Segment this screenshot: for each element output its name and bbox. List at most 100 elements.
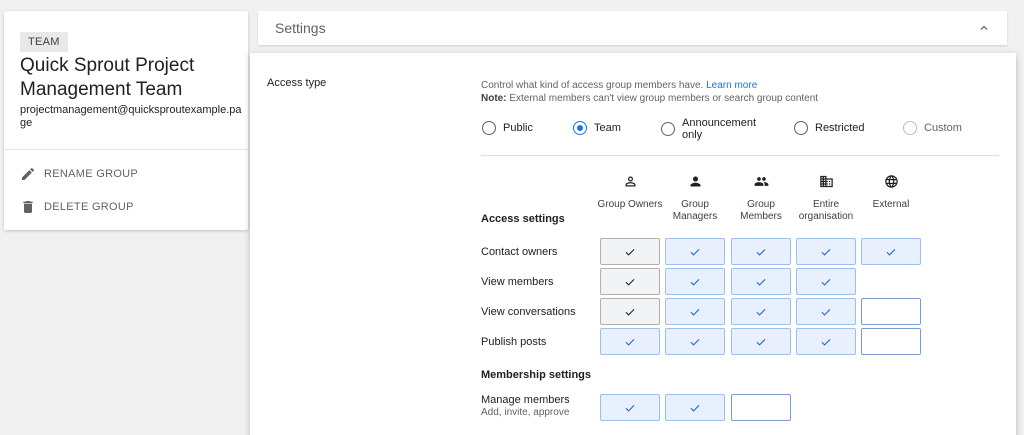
- access-settings-title: Access settings: [481, 213, 565, 225]
- permission-checkbox[interactable]: [665, 238, 725, 265]
- access-option-label: Restricted: [815, 122, 865, 134]
- trash-icon: [23, 201, 33, 213]
- group-email: projectmanagement@quicksproutexample.pag…: [20, 104, 242, 129]
- check-icon: [625, 278, 635, 286]
- permission-checkbox[interactable]: [861, 298, 921, 325]
- learn-more-link[interactable]: Learn more: [706, 80, 757, 91]
- check-icon: [625, 404, 635, 412]
- group-name: Quick Sprout Project Management Team: [20, 55, 195, 100]
- permission-checkbox[interactable]: [731, 328, 791, 355]
- column-header-label: Group Members: [740, 199, 782, 222]
- access-option-label: Announcement only: [682, 117, 756, 141]
- access-option-label: Public: [503, 122, 533, 134]
- permission-checkbox[interactable]: [665, 268, 725, 295]
- check-icon: [886, 248, 896, 256]
- rename-group-label: RENAME GROUP: [44, 168, 139, 180]
- chevron-up-icon[interactable]: [977, 21, 991, 35]
- building-icon: [819, 175, 833, 188]
- permission-checkbox: [600, 298, 660, 325]
- row-label: Contact owners: [481, 246, 558, 258]
- permission-checkbox[interactable]: [731, 238, 791, 265]
- access-option-public[interactable]: Public: [482, 121, 533, 135]
- permission-checkbox[interactable]: [796, 268, 856, 295]
- row-label: View conversations: [481, 306, 576, 318]
- permission-checkbox[interactable]: [796, 298, 856, 325]
- check-icon: [690, 278, 700, 286]
- column-header-label: Group Owners: [597, 199, 663, 210]
- permission-checkbox[interactable]: [600, 328, 660, 355]
- access-option-team[interactable]: Team: [573, 121, 621, 135]
- column-header-group-members: Group Members: [726, 174, 796, 223]
- check-icon: [756, 338, 766, 346]
- check-icon: [756, 278, 766, 286]
- note-text: External members can't view group member…: [509, 93, 819, 104]
- globe-icon: [884, 175, 898, 188]
- people-icon: [754, 177, 768, 186]
- permission-checkbox[interactable]: [665, 298, 725, 325]
- row-sublabel: Add, invite, approve: [481, 407, 570, 418]
- check-icon: [690, 338, 700, 346]
- access-description: Control what kind of access group member…: [481, 79, 757, 93]
- group-card: TEAM Quick Sprout Project Management Tea…: [4, 11, 248, 230]
- check-icon: [625, 308, 635, 316]
- column-header-group-managers: Group Managers: [660, 174, 730, 223]
- access-type-label: Access type: [267, 77, 327, 89]
- permission-checkbox[interactable]: [861, 238, 921, 265]
- delete-group-label: DELETE GROUP: [44, 201, 134, 213]
- check-icon: [821, 338, 831, 346]
- column-header-group-owners: Group Owners: [595, 174, 665, 211]
- check-icon: [690, 308, 700, 316]
- column-header-label: Entire organisation: [798, 199, 854, 222]
- access-option-label: Team: [594, 122, 621, 134]
- delete-group-button[interactable]: DELETE GROUP: [20, 196, 134, 218]
- access-option-label: Custom: [924, 122, 962, 134]
- column-header-entire-organisation: Entire organisation: [791, 174, 861, 223]
- permission-checkbox[interactable]: [861, 328, 921, 355]
- column-header-label: External: [872, 199, 910, 210]
- radio-unselected-icon: [482, 121, 496, 135]
- divider: [481, 155, 999, 156]
- check-icon: [625, 248, 635, 256]
- note-label: Note:: [481, 93, 507, 104]
- permission-checkbox[interactable]: [731, 298, 791, 325]
- radio-unselected-icon: [794, 121, 808, 135]
- row-label: Manage members: [481, 394, 570, 406]
- permission-checkbox: [600, 268, 660, 295]
- access-option-announcement-only[interactable]: Announcement only: [661, 117, 762, 141]
- check-icon: [821, 308, 831, 316]
- person-icon: [690, 176, 700, 187]
- pencil-icon: [22, 167, 35, 180]
- radio-unselected-icon: [661, 122, 675, 136]
- permission-checkbox[interactable]: [665, 328, 725, 355]
- column-header-external: External: [856, 174, 926, 211]
- rename-group-button[interactable]: RENAME GROUP: [20, 163, 138, 185]
- access-option-restricted[interactable]: Restricted: [794, 121, 865, 135]
- group-type-badge: TEAM: [20, 32, 68, 52]
- column-header-label: Group Managers: [672, 199, 718, 222]
- divider: [4, 149, 248, 150]
- permission-checkbox[interactable]: [731, 394, 791, 421]
- person-outline-icon: [625, 176, 635, 187]
- check-icon: [821, 248, 831, 256]
- settings-title: Settings: [275, 20, 326, 36]
- radio-selected-icon: [573, 121, 587, 135]
- permission-checkbox[interactable]: [796, 238, 856, 265]
- access-option-custom: Custom: [903, 121, 962, 135]
- radio-unselected-icon: [903, 121, 917, 135]
- permission-checkbox[interactable]: [665, 394, 725, 421]
- check-icon: [756, 248, 766, 256]
- access-description-text: Control what kind of access group member…: [481, 80, 704, 91]
- check-icon: [821, 278, 831, 286]
- access-note: Note: External members can't view group …: [481, 93, 818, 104]
- check-icon: [690, 248, 700, 256]
- permission-checkbox[interactable]: [796, 328, 856, 355]
- check-icon: [625, 338, 635, 346]
- permission-checkbox[interactable]: [731, 268, 791, 295]
- row-label: Publish posts: [481, 336, 547, 348]
- access-panel: Access type Control what kind of access …: [250, 53, 1016, 435]
- membership-settings-title: Membership settings: [481, 369, 592, 381]
- check-icon: [690, 404, 700, 412]
- settings-header[interactable]: Settings: [258, 11, 1007, 45]
- permission-checkbox[interactable]: [600, 394, 660, 421]
- row-label: View members: [481, 276, 554, 288]
